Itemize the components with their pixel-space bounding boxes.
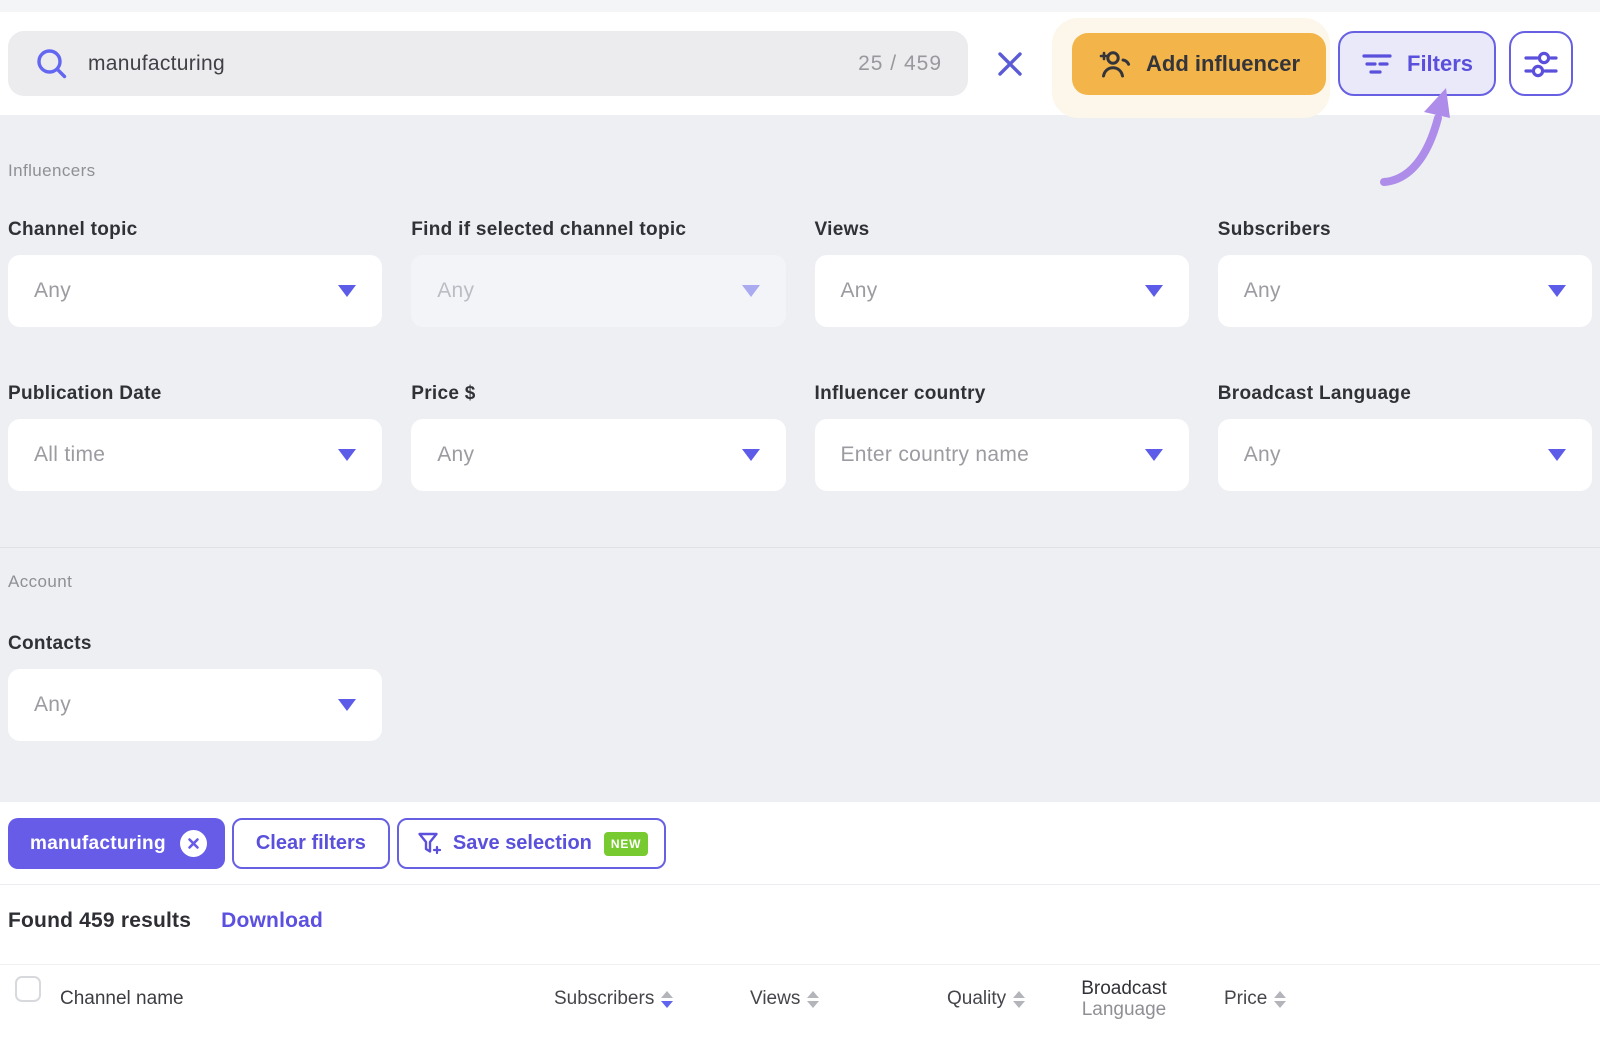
save-selection-label: Save selection — [453, 832, 592, 855]
chevron-down-icon — [338, 699, 356, 711]
filters-panel: Influencers Channel topic Any Find if se… — [0, 115, 1600, 802]
search-value[interactable]: manufacturing — [88, 52, 858, 76]
sliders-icon — [1523, 47, 1559, 81]
search-icon — [34, 46, 70, 82]
filter-field-contacts: Contacts Any — [8, 633, 382, 741]
influencer-country-input[interactable]: Enter country name — [815, 419, 1189, 491]
chevron-down-icon — [338, 449, 356, 461]
sort-icon[interactable] — [1013, 991, 1025, 1008]
dropdown-value: Any — [437, 443, 474, 467]
dropdown-placeholder: Enter country name — [841, 443, 1030, 467]
dropdown-value: Any — [34, 693, 71, 717]
field-label: Find if selected channel topic — [411, 219, 785, 241]
field-label: Influencer country — [815, 383, 1189, 405]
select-all-checkbox[interactable] — [15, 976, 41, 1002]
section-label-influencers: Influencers — [8, 161, 1592, 181]
new-badge: NEW — [604, 832, 648, 856]
column-price[interactable]: Price — [1224, 988, 1286, 1010]
account-fields-grid: Contacts Any — [8, 633, 1592, 741]
chevron-down-icon — [742, 285, 760, 297]
clear-filters-button[interactable]: Clear filters — [232, 818, 390, 869]
filter-field-price: Price $ Any — [411, 383, 785, 491]
chevron-down-icon — [1548, 285, 1566, 297]
filter-field-broadcast-language: Broadcast Language Any — [1218, 383, 1592, 491]
find-selected-topic-dropdown: Any — [411, 255, 785, 327]
field-label: Views — [815, 219, 1189, 241]
funnel-plus-icon — [417, 831, 441, 857]
filter-field-influencer-country: Influencer country Enter country name — [815, 383, 1189, 491]
filter-chip-manufacturing[interactable]: manufacturing — [8, 818, 225, 869]
publication-date-dropdown[interactable]: All time — [8, 419, 382, 491]
clear-search-icon[interactable] — [988, 42, 1032, 86]
chevron-down-icon — [1145, 449, 1163, 461]
dropdown-value: Any — [1244, 279, 1281, 303]
chevron-down-icon — [338, 285, 356, 297]
results-table-header: Channel name Subscribers Views Quality B… — [0, 964, 1600, 1052]
column-channel-name: Channel name — [60, 988, 184, 1010]
add-person-icon — [1098, 49, 1132, 79]
add-influencer-button[interactable]: Add influencer — [1072, 33, 1326, 95]
chip-label: manufacturing — [30, 833, 166, 855]
chevron-down-icon — [1548, 449, 1566, 461]
dropdown-value: Any — [34, 279, 71, 303]
column-quality[interactable]: Quality — [947, 988, 1025, 1010]
field-label: Broadcast Language — [1218, 383, 1592, 405]
header-row: manufacturing 25 / 459 Add influencer — [0, 12, 1600, 115]
sort-icon[interactable] — [661, 991, 673, 1008]
broadcast-language-dropdown[interactable]: Any — [1218, 419, 1592, 491]
dropdown-value: All time — [34, 443, 105, 467]
field-label: Subscribers — [1218, 219, 1592, 241]
search-settings-button[interactable] — [1509, 31, 1573, 96]
price-dropdown[interactable]: Any — [411, 419, 785, 491]
filter-field-subscribers: Subscribers Any — [1218, 219, 1592, 327]
sort-icon[interactable] — [1274, 991, 1286, 1008]
filter-field-channel-topic: Channel topic Any — [8, 219, 382, 327]
field-label: Price $ — [411, 383, 785, 405]
views-dropdown[interactable]: Any — [815, 255, 1189, 327]
top-strip — [0, 0, 1600, 12]
add-influencer-label: Add influencer — [1146, 51, 1300, 77]
influencer-fields-grid: Channel topic Any Find if selected chann… — [8, 219, 1592, 491]
search-input[interactable]: manufacturing 25 / 459 — [8, 31, 968, 96]
channel-topic-dropdown[interactable]: Any — [8, 255, 382, 327]
field-label: Publication Date — [8, 383, 382, 405]
filter-field-publication-date: Publication Date All time — [8, 383, 382, 491]
remove-chip-icon[interactable] — [180, 830, 207, 857]
column-views[interactable]: Views — [750, 988, 819, 1010]
dropdown-value: Any — [841, 279, 878, 303]
sort-icon[interactable] — [807, 991, 819, 1008]
column-subscribers[interactable]: Subscribers — [554, 988, 673, 1010]
subscribers-dropdown[interactable]: Any — [1218, 255, 1592, 327]
filter-lines-icon — [1361, 51, 1393, 77]
active-filters-bar: manufacturing Clear filters Save selecti… — [0, 802, 1600, 884]
filters-label: Filters — [1407, 51, 1473, 77]
filters-button[interactable]: Filters — [1338, 31, 1496, 96]
dropdown-value: Any — [437, 279, 474, 303]
field-label: Contacts — [8, 633, 382, 655]
contacts-dropdown[interactable]: Any — [8, 669, 382, 741]
filter-field-find-topic: Find if selected channel topic Any — [411, 219, 785, 327]
results-count: Found 459 results — [8, 909, 191, 933]
search-result-count: 25 / 459 — [858, 52, 942, 76]
dropdown-value: Any — [1244, 443, 1281, 467]
filter-field-views: Views Any — [815, 219, 1189, 327]
panel-divider — [0, 547, 1600, 548]
save-selection-button[interactable]: Save selection NEW — [397, 818, 666, 869]
field-label: Channel topic — [8, 219, 382, 241]
chevron-down-icon — [742, 449, 760, 461]
column-broadcast-language: Broadcast Language — [1078, 978, 1170, 1020]
results-row: Found 459 results Download — [0, 885, 1600, 964]
section-label-account: Account — [8, 572, 1592, 592]
chevron-down-icon — [1145, 285, 1163, 297]
download-link[interactable]: Download — [221, 909, 323, 933]
